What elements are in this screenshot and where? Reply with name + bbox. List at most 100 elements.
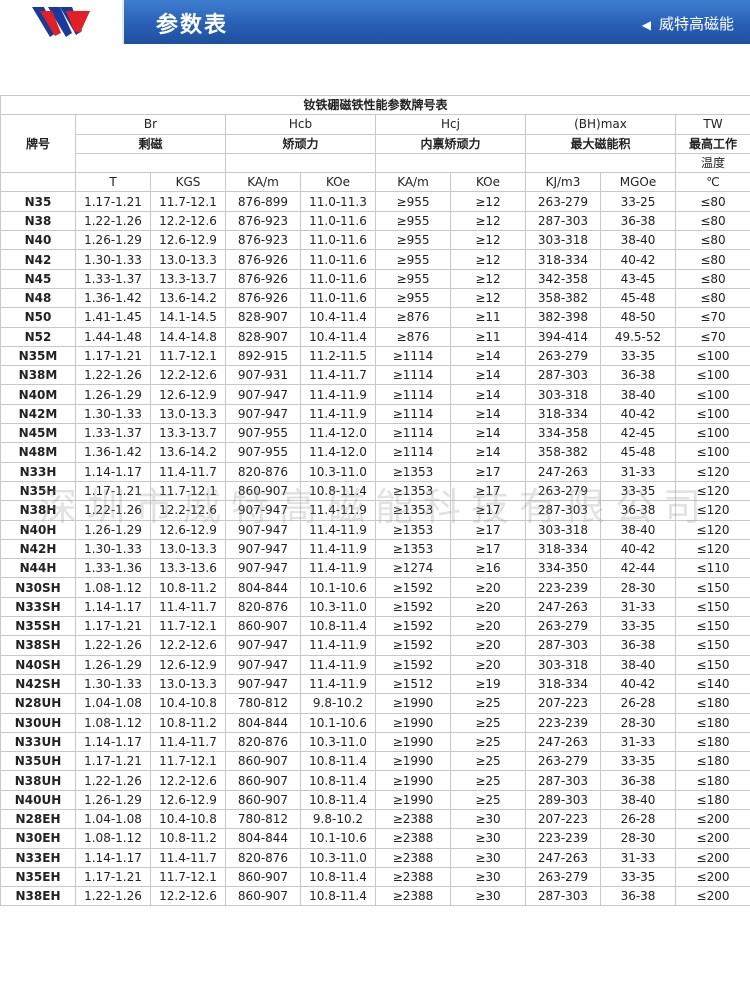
value-cell: ≥12 [450, 191, 526, 212]
unit-cell: KOe [300, 172, 376, 193]
value-cell: 31-33 [600, 847, 676, 868]
grade-cell: N42 [0, 249, 76, 270]
value-cell: 318-334 [525, 249, 601, 270]
value-cell: ≤100 [674, 403, 750, 425]
value-cell: 49.5-52 [600, 326, 676, 347]
value-cell: ≤180 [674, 731, 750, 753]
value-cell: 45-48 [600, 442, 676, 463]
value-cell: 907-931 [225, 365, 301, 386]
value-cell: 1.26-1.29 [75, 789, 151, 810]
value-cell: 13.6-14.2 [150, 287, 226, 309]
value-cell: 36-38 [600, 210, 676, 232]
value-cell: 1.26-1.29 [75, 230, 151, 251]
value-cell: 33-25 [600, 191, 676, 212]
value-cell: ≤180 [674, 789, 750, 810]
value-cell: 33-35 [600, 751, 676, 772]
value-cell: 38-40 [600, 789, 676, 810]
value-cell: ≥876 [375, 307, 451, 328]
value-cell: ≥11 [450, 307, 526, 328]
value-cell: ≥30 [450, 808, 526, 830]
value-cell: 9.8-10.2 [300, 693, 376, 714]
table-row: N50 1.41-1.45 14.1-14.5 828-907 10.4-11.4 ≥87… [0, 307, 750, 328]
table-row: N38M 1.22-1.26 12.2-12.6 907-931 11.4-11.7 ≥1… [0, 365, 750, 386]
grade-cell: N52 [0, 326, 76, 347]
value-cell: 820-876 [225, 596, 301, 618]
value-cell: 1.08-1.12 [75, 712, 151, 733]
value-cell: ≤200 [674, 886, 750, 907]
value-cell: 828-907 [225, 307, 301, 328]
value-cell: ≥1990 [375, 693, 451, 714]
value-cell: 10.8-11.4 [300, 751, 376, 772]
grade-cell: N30UH [0, 712, 76, 733]
value-cell: ≥1114 [375, 403, 451, 425]
triangle-left-icon: ◀ [641, 18, 651, 32]
blank-cell [0, 172, 76, 193]
table-row: N40H 1.26-1.29 12.6-12.9 907-947 11.4-11.9 ≥1… [0, 519, 750, 540]
grade-cell: N42M [0, 403, 76, 425]
value-cell: 318-334 [525, 403, 601, 425]
value-cell: 876-923 [225, 230, 301, 251]
value-cell: ≥1353 [375, 461, 451, 482]
value-cell: 11.7-12.1 [150, 191, 226, 212]
value-cell: ≥17 [450, 480, 526, 502]
value-cell: 42-44 [600, 558, 676, 579]
value-cell: 36-38 [600, 886, 676, 907]
table-row: N35EH 1.17-1.21 11.7-12.1 860-907 10.8-11.4 ≥… [0, 866, 750, 888]
value-cell: ≤200 [674, 828, 750, 849]
value-cell: 38-40 [600, 519, 676, 540]
value-cell: ≥876 [375, 326, 451, 347]
value-cell: 907-955 [225, 423, 301, 444]
value-cell: 907-947 [225, 500, 301, 521]
value-cell: 11.4-11.9 [300, 519, 376, 540]
value-cell: ≥14 [450, 365, 526, 386]
value-cell: 1.22-1.26 [75, 770, 151, 791]
value-cell: 11.7-12.1 [150, 345, 226, 367]
value-cell: 342-358 [525, 268, 601, 289]
value-cell: ≥17 [450, 538, 526, 560]
value-cell: 10.8-11.4 [300, 886, 376, 907]
value-cell: 907-947 [225, 384, 301, 405]
value-cell: 334-350 [525, 558, 601, 579]
value-cell: 11.0-11.6 [300, 287, 376, 309]
value-cell: ≥1990 [375, 751, 451, 772]
value-cell: 1.17-1.21 [75, 480, 151, 502]
unit-cell: ℃ [674, 172, 750, 193]
value-cell: 287-303 [525, 365, 601, 386]
value-cell: 36-38 [600, 770, 676, 791]
company-link[interactable]: ◀ 威特高磁能 [642, 13, 734, 34]
value-cell: ≤80 [674, 249, 750, 270]
value-cell: 31-33 [600, 461, 676, 482]
value-cell: ≤180 [674, 770, 750, 791]
value-cell: ≥955 [375, 249, 451, 270]
value-cell: 9.8-10.2 [300, 808, 376, 830]
value-cell: ≥14 [450, 423, 526, 444]
value-cell: 11.0-11.6 [300, 230, 376, 251]
value-cell: 1.33-1.36 [75, 558, 151, 579]
value-cell: 804-844 [225, 828, 301, 849]
grade-cell: N38EH [0, 886, 76, 907]
blank-cell [375, 152, 526, 174]
unit-row: T KGS KA/m KOe KA/m KOe KJ/m3 MGOe ℃ [0, 172, 750, 193]
value-cell: 10.1-10.6 [300, 712, 376, 733]
value-cell: 33-35 [600, 616, 676, 637]
value-cell: 287-303 [525, 770, 601, 791]
grade-cell: N40M [0, 384, 76, 405]
value-cell: ≥1114 [375, 442, 451, 463]
unit-cell: KA/m [375, 172, 451, 193]
value-cell: 287-303 [525, 886, 601, 907]
value-cell: 860-907 [225, 770, 301, 791]
value-cell: 263-279 [525, 480, 601, 502]
grade-cell: N38 [0, 210, 76, 232]
grade-cell: N45M [0, 423, 76, 444]
value-cell: ≥20 [450, 654, 526, 675]
value-cell: ≤70 [674, 326, 750, 347]
value-cell: 1.30-1.33 [75, 403, 151, 425]
value-cell: ≥19 [450, 673, 526, 695]
value-cell: ≤80 [674, 191, 750, 212]
unit-cell: MGOe [600, 172, 676, 193]
logo[interactable] [0, 0, 122, 44]
grade-cell: N40UH [0, 789, 76, 810]
value-cell: ≥1990 [375, 731, 451, 753]
value-cell: 263-279 [525, 866, 601, 888]
value-cell: 907-947 [225, 538, 301, 560]
